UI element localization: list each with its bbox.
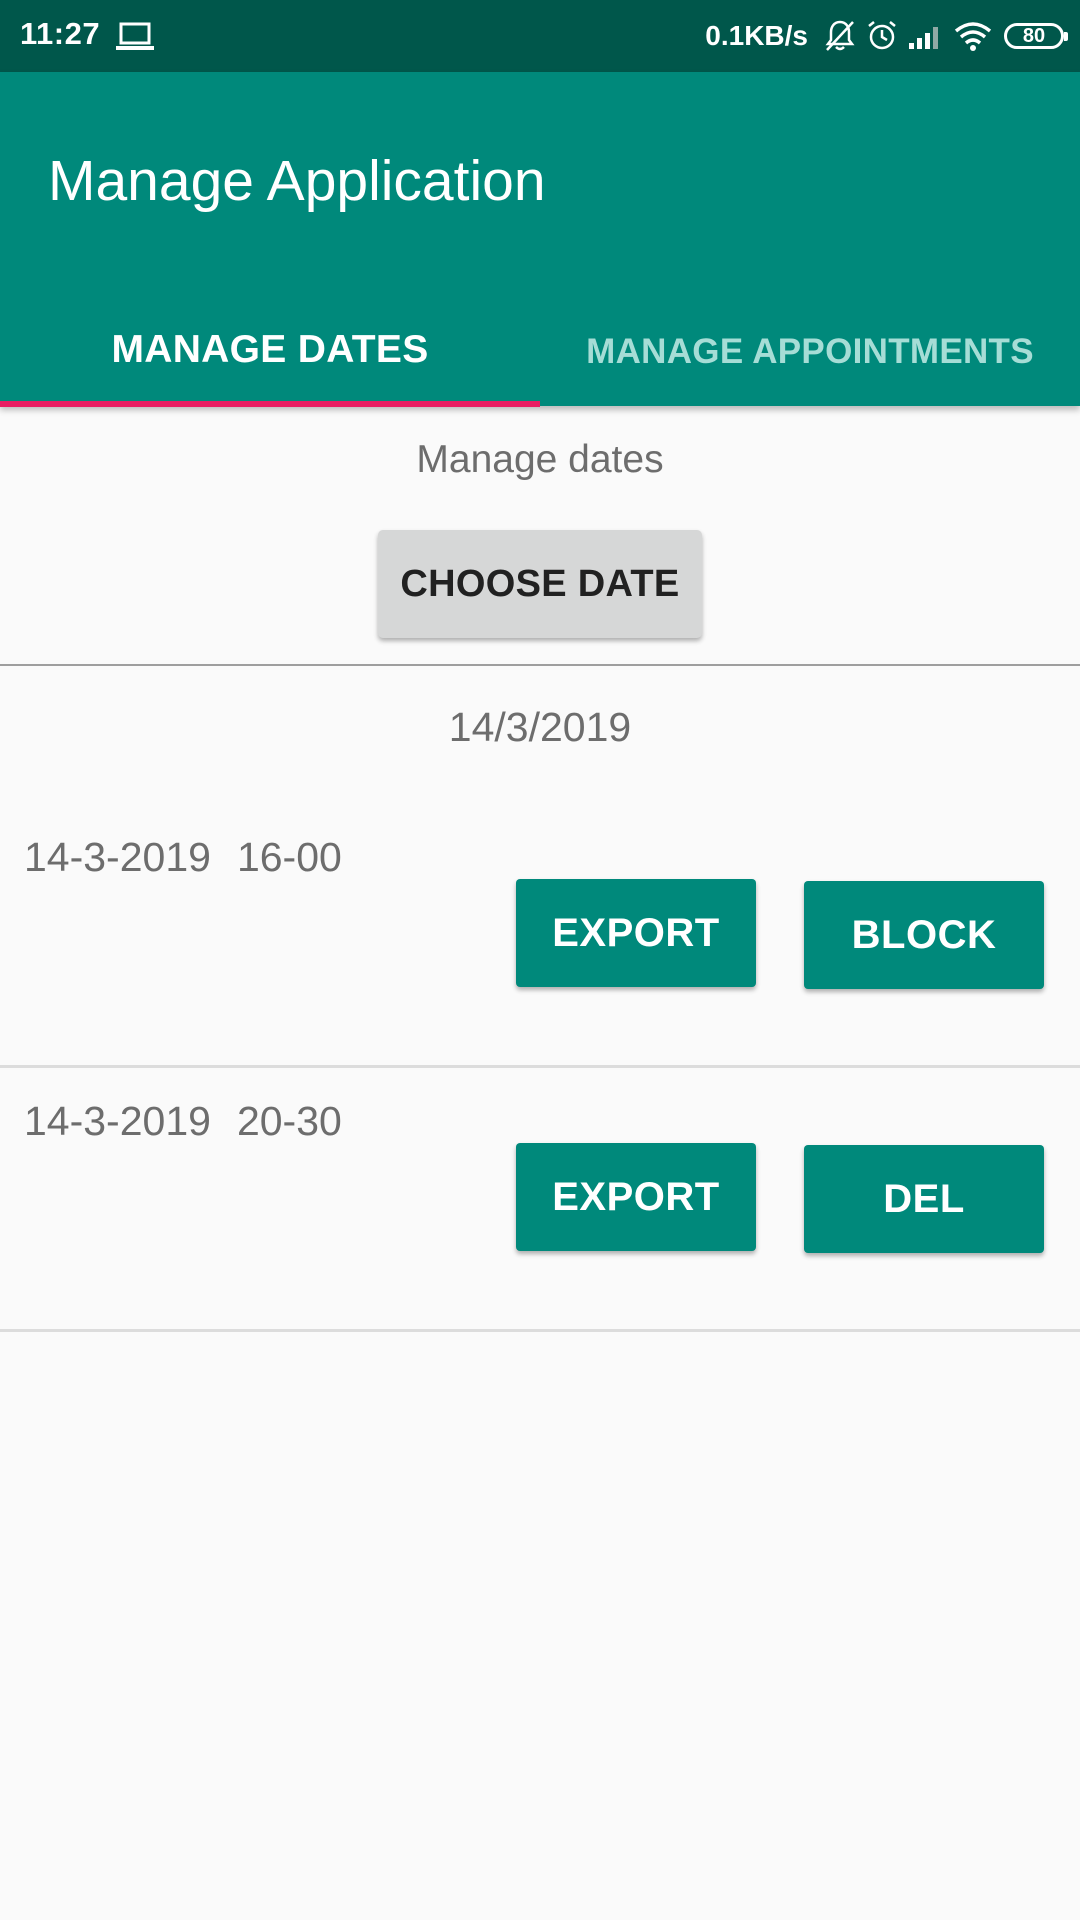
alarm-icon [868,21,896,50]
delete-button[interactable]: DEL [804,1145,1044,1253]
signal-icon [909,27,938,49]
row-date: 14-3-2019 [24,1098,211,1144]
list-item-datetime: 14-3-2019 20-30 [24,1098,342,1145]
wifi-icon [954,22,992,51]
network-speed: 0.1KB/s [705,20,808,51]
tab-manage-dates[interactable]: MANAGE DATES [0,312,540,406]
tab-indicator [0,401,540,407]
divider [0,1329,1080,1332]
selected-date: 14/3/2019 [448,704,632,750]
choose-date-button[interactable]: CHOOSE DATE [378,530,702,638]
divider [0,664,1080,666]
row-time: 16-00 [236,834,342,880]
row-time: 20-30 [236,1098,342,1144]
list-item-datetime: 14-3-2019 16-00 [24,834,342,881]
status-time: 11:27 [20,16,101,51]
status-icons: 0.1KB/s 80 [705,14,1068,58]
status-bar: 11:27 0.1KB/s 80 [0,0,1080,72]
app-bar: Manage Application MANAGE DATES MANAGE A… [0,72,1080,407]
export-button[interactable]: EXPORT [516,1143,756,1251]
battery-icon: 80 [1004,23,1068,49]
divider [0,1065,1080,1068]
laptop-icon [116,22,154,57]
section-title: Manage dates [416,438,664,481]
block-button[interactable]: BLOCK [804,881,1044,989]
row-date: 14-3-2019 [24,834,211,880]
app-title: Manage Application [48,149,546,213]
export-button[interactable]: EXPORT [516,879,756,987]
bell-off-icon [825,20,855,51]
tab-manage-appointments[interactable]: MANAGE APPOINTMENTS [540,312,1080,406]
